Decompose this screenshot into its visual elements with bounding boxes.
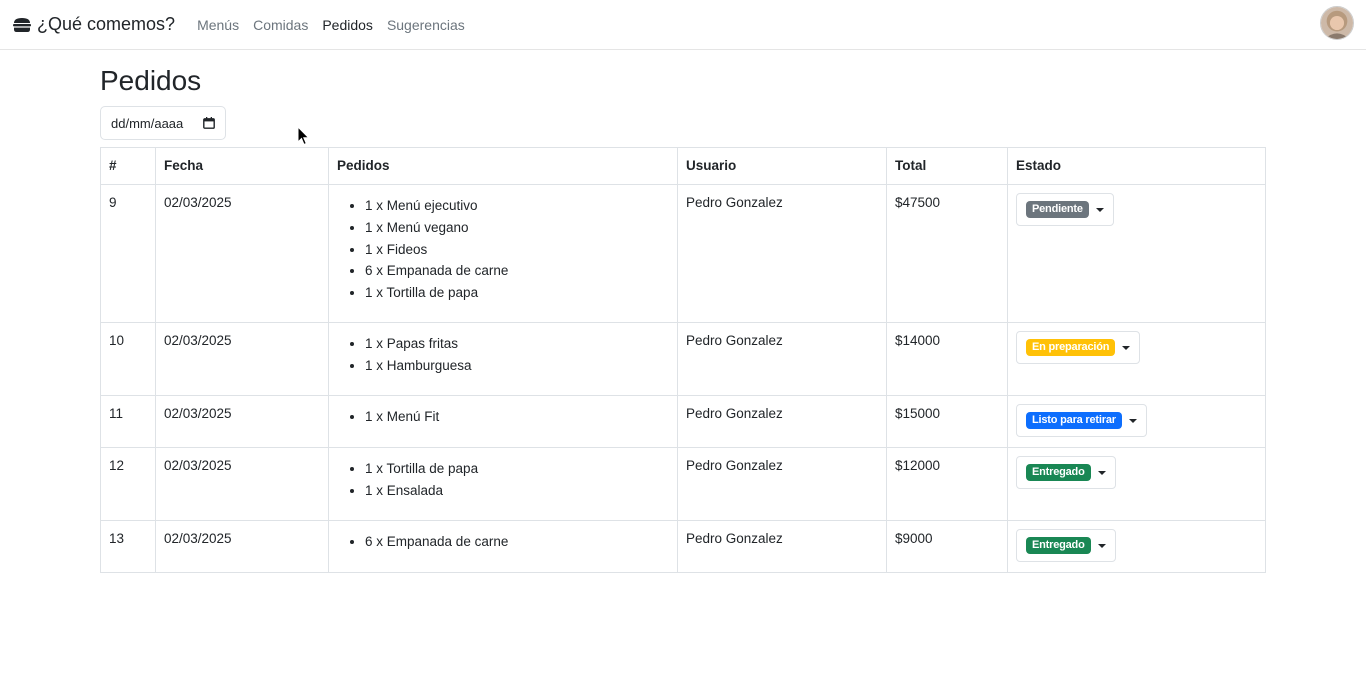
header-pedidos: Pedidos xyxy=(328,147,678,185)
cell-pedidos: 1 x Papas fritas1 x Hamburguesa xyxy=(328,322,678,396)
cell-id: 10 xyxy=(100,322,156,396)
list-item: 1 x Hamburguesa xyxy=(365,355,669,377)
table-row: 902/03/20251 x Menú ejecutivo1 x Menú ve… xyxy=(100,184,1266,323)
cell-fecha: 02/03/2025 xyxy=(155,322,329,396)
list-item: 6 x Empanada de carne xyxy=(365,260,669,282)
cell-usuario: Pedro Gonzalez xyxy=(677,447,887,521)
main-content: Pedidos dd/mm/aaaa # Fecha Pedidos Usuar… xyxy=(100,50,1266,573)
cell-fecha: 02/03/2025 xyxy=(155,447,329,521)
date-placeholder: dd/mm/aaaa xyxy=(111,115,184,131)
cell-usuario: Pedro Gonzalez xyxy=(677,520,887,573)
status-badge: Entregado xyxy=(1026,464,1091,481)
cell-id: 12 xyxy=(100,447,156,521)
header-usuario: Usuario xyxy=(677,147,887,185)
orders-table: # Fecha Pedidos Usuario Total Estado 9 02… xyxy=(100,147,1266,573)
cell-id: 9 xyxy=(100,184,156,323)
order-items-list: 1 x Papas fritas1 x Hamburguesa xyxy=(337,333,669,377)
cell-total: $47500 xyxy=(886,184,1008,323)
nav-link-comidas[interactable]: Comidas xyxy=(253,17,308,33)
header-estado: Estado xyxy=(1007,147,1266,185)
status-dropdown[interactable]: Entregado xyxy=(1016,529,1116,562)
status-dropdown[interactable]: Pendiente xyxy=(1016,193,1114,226)
cell-id: 11 xyxy=(100,395,156,448)
cell-usuario: Pedro Gonzalez xyxy=(677,322,887,396)
cell-fecha: 02/03/2025 xyxy=(155,395,329,448)
list-item: 1 x Menú Fit xyxy=(365,406,669,428)
cell-total: $15000 xyxy=(886,395,1008,448)
cell-estado: En preparación xyxy=(1007,322,1266,396)
cell-estado: Entregado xyxy=(1007,520,1266,573)
table-header-row: # Fecha Pedidos Usuario Total Estado xyxy=(100,147,1266,185)
list-item: 1 x Ensalada xyxy=(365,480,669,502)
cell-pedidos: 1 x Menú Fit xyxy=(328,395,678,448)
order-items-list: 6 x Empanada de carne xyxy=(337,531,669,553)
calendar-icon[interactable] xyxy=(203,117,215,129)
list-item: 1 x Papas fritas xyxy=(365,333,669,355)
table-row: 1002/03/20251 x Papas fritas1 x Hamburgu… xyxy=(100,322,1266,396)
user-avatar[interactable] xyxy=(1320,6,1354,40)
cell-usuario: Pedro Gonzalez xyxy=(677,184,887,323)
order-items-list: 1 x Tortilla de papa1 x Ensalada xyxy=(337,458,669,502)
order-items-list: 1 x Menú Fit xyxy=(337,406,669,428)
cell-estado: Listo para retirar xyxy=(1007,395,1266,448)
cell-estado: Entregado xyxy=(1007,447,1266,521)
table-row: 1202/03/20251 x Tortilla de papa1 x Ensa… xyxy=(100,447,1266,521)
caret-down-icon xyxy=(1122,345,1131,350)
cell-id: 13 xyxy=(100,520,156,573)
cell-pedidos: 1 x Tortilla de papa1 x Ensalada xyxy=(328,447,678,521)
nav-link-pedidos[interactable]: Pedidos xyxy=(322,17,373,33)
cell-pedidos: 1 x Menú ejecutivo1 x Menú vegano1 x Fid… xyxy=(328,184,678,323)
orders-table-body: 902/03/20251 x Menú ejecutivo1 x Menú ve… xyxy=(100,184,1266,573)
status-dropdown[interactable]: En preparación xyxy=(1016,331,1141,364)
status-badge: En preparación xyxy=(1026,339,1116,356)
cell-fecha: 02/03/2025 xyxy=(155,520,329,573)
list-item: 1 x Tortilla de papa xyxy=(365,458,669,480)
table-row: 1102/03/2025 1 x Menú Fit Pedro Gonzalez$1… xyxy=(100,395,1266,448)
nav-link-sugerencias[interactable]: Sugerencias xyxy=(387,17,465,33)
brand-label: ¿Qué comemos? xyxy=(37,14,176,34)
list-item: 6 x Empanada de carne xyxy=(365,531,669,553)
status-dropdown[interactable]: Entregado xyxy=(1016,456,1116,489)
caret-down-icon xyxy=(1095,207,1104,212)
cell-usuario: Pedro Gonzalez xyxy=(677,395,887,448)
brand[interactable]: ¿Qué comemos? xyxy=(12,14,175,35)
mouse-cursor xyxy=(297,125,311,146)
status-dropdown[interactable]: Listo para retirar xyxy=(1016,404,1147,437)
status-badge: Pendiente xyxy=(1026,201,1089,218)
caret-down-icon xyxy=(1097,543,1106,548)
list-item: 1 x Menú vegano xyxy=(365,217,669,239)
burger-icon xyxy=(12,17,32,32)
status-badge: Entregado xyxy=(1026,537,1091,554)
list-item: 1 x Menú ejecutivo xyxy=(365,195,669,217)
cell-estado: Pendiente xyxy=(1007,184,1266,323)
nav-link-menus[interactable]: Menús xyxy=(197,17,239,33)
list-item: 1 x Fideos xyxy=(365,239,669,261)
header-fecha: Fecha xyxy=(155,147,329,185)
table-row: 1302/03/2025 6 x Empanada de carne Pedro G… xyxy=(100,520,1266,573)
cell-total: $14000 xyxy=(886,322,1008,396)
cell-pedidos: 6 x Empanada de carne xyxy=(328,520,678,573)
page-title: Pedidos xyxy=(100,65,202,96)
header-total: Total xyxy=(886,147,1008,185)
order-items-list: 1 x Menú ejecutivo1 x Menú vegano1 x Fid… xyxy=(337,195,669,304)
caret-down-icon xyxy=(1097,470,1106,475)
top-navbar: ¿Qué comemos? Menús Comidas Pedidos Suge… xyxy=(0,0,1366,50)
cell-fecha: 02/03/2025 xyxy=(155,184,329,323)
caret-down-icon xyxy=(1128,418,1137,423)
cell-total: $12000 xyxy=(886,447,1008,521)
header-id: # xyxy=(100,147,156,185)
cell-total: $9000 xyxy=(886,520,1008,573)
nav-links: Menús Comidas Pedidos Sugerencias xyxy=(197,17,465,33)
date-filter-input[interactable]: dd/mm/aaaa xyxy=(100,106,226,140)
status-badge: Listo para retirar xyxy=(1026,412,1122,429)
list-item: 1 x Tortilla de papa xyxy=(365,282,669,304)
